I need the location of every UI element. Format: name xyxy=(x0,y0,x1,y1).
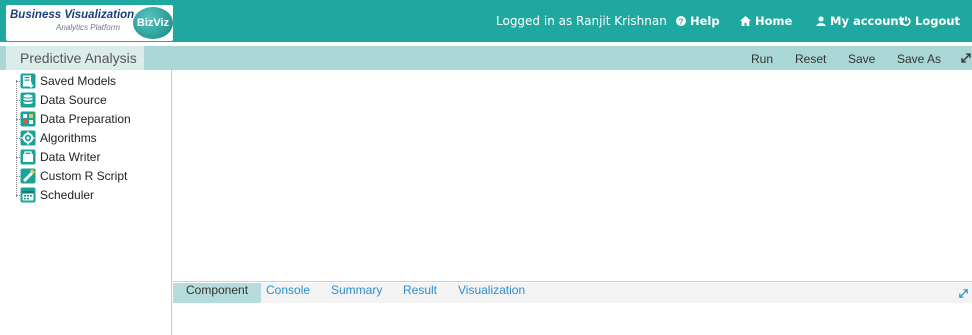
my-account-link[interactable]: My account xyxy=(816,14,904,28)
saved-models-icon xyxy=(20,73,36,89)
tree-item-label: Algorithms xyxy=(40,131,97,145)
expand-icon[interactable] xyxy=(960,52,972,64)
save-as-button[interactable]: Save As xyxy=(897,52,941,66)
scheduler-icon xyxy=(20,187,36,203)
tree-item-scheduler[interactable]: Scheduler xyxy=(20,186,94,204)
tree-item-label: Saved Models xyxy=(40,74,117,88)
tree-item-label: Scheduler xyxy=(40,188,95,202)
user-icon xyxy=(816,16,826,26)
tree-item-label: Data Writer xyxy=(40,150,101,164)
data-preparation-icon xyxy=(20,111,36,127)
tab-visualization[interactable]: Visualization xyxy=(445,283,538,303)
logout-label: Logout xyxy=(915,14,961,28)
page-title: Predictive Analysis xyxy=(6,46,144,70)
tree-item-saved-models[interactable]: Saved Models xyxy=(20,72,116,90)
tree-item-label: Data Source xyxy=(40,93,107,107)
svg-text:?: ? xyxy=(679,17,684,26)
run-button[interactable]: Run xyxy=(751,52,773,66)
tree-item-data-source[interactable]: Data Source xyxy=(20,91,107,109)
tree-item-custom-r-script[interactable]: Custom R Script xyxy=(20,167,127,185)
top-header: Business Visualization Analytics Platfor… xyxy=(0,0,972,42)
app-logo[interactable]: Business Visualization Analytics Platfor… xyxy=(6,5,173,41)
tree-item-label: Custom R Script xyxy=(40,169,128,183)
power-icon xyxy=(901,16,911,26)
tree-item-data-writer[interactable]: Data Writer xyxy=(20,148,100,166)
expand-panel-icon[interactable] xyxy=(958,288,969,299)
tree-item-data-preparation[interactable]: Data Preparation xyxy=(20,110,131,128)
my-account-label: My account xyxy=(830,14,905,28)
logged-in-user: Logged in as Ranjit Krishnan xyxy=(496,14,667,28)
tab-summary[interactable]: Summary xyxy=(318,283,395,303)
logout-link[interactable]: Logout xyxy=(901,14,960,28)
help-link[interactable]: ? Help xyxy=(676,14,720,28)
database-icon xyxy=(20,92,36,108)
save-button[interactable]: Save xyxy=(848,52,875,66)
help-label: Help xyxy=(690,14,720,28)
component-tree-panel: Saved Models Data Source Data Preparatio… xyxy=(6,70,172,335)
tab-component[interactable]: Component xyxy=(173,283,262,303)
logo-badge: BizViz xyxy=(133,7,173,39)
data-writer-icon xyxy=(20,149,36,165)
workflow-canvas[interactable] xyxy=(173,70,972,282)
home-label: Home xyxy=(755,14,793,28)
logo-subtitle: Analytics Platform xyxy=(56,23,121,32)
tree-item-label: Data Preparation xyxy=(40,112,131,126)
logo-title: Business Visualization xyxy=(10,9,135,21)
tab-console[interactable]: Console xyxy=(253,283,323,303)
tree-item-algorithms[interactable]: Algorithms xyxy=(20,129,97,147)
tab-result[interactable]: Result xyxy=(390,283,450,303)
custom-script-icon xyxy=(20,168,36,184)
home-icon xyxy=(740,16,751,26)
algorithm-icon xyxy=(20,130,36,146)
home-link[interactable]: Home xyxy=(740,14,792,28)
help-icon: ? xyxy=(676,16,686,26)
reset-button[interactable]: Reset xyxy=(795,52,826,66)
